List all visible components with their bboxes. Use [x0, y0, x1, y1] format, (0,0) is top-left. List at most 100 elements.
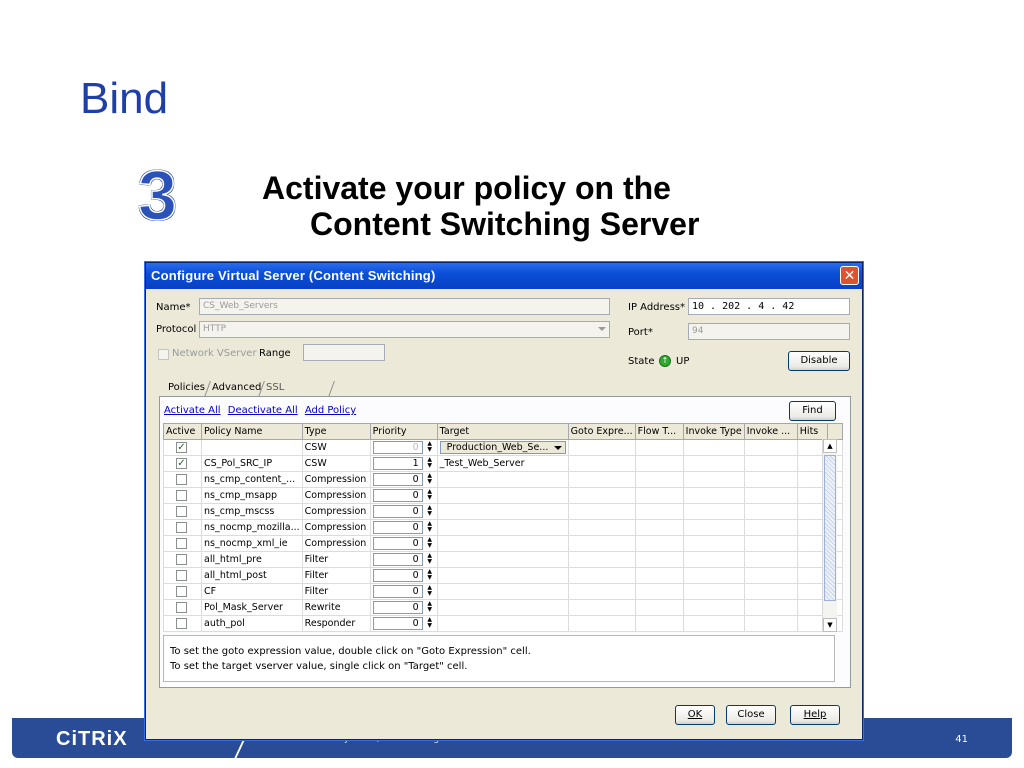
target-select[interactable]: Production_Web_Se...: [439, 441, 566, 454]
goto-expression-cell[interactable]: [567, 567, 636, 584]
priority-value[interactable]: 0: [372, 569, 423, 582]
priority-stepper[interactable]: 0 ▲ ▼: [372, 553, 435, 566]
invoke-cell[interactable]: [743, 599, 798, 616]
flow-type-cell[interactable]: [634, 599, 684, 616]
close-button[interactable]: Close: [726, 705, 776, 725]
column-header-flow-type[interactable]: Flow T...: [634, 423, 684, 440]
invoke-type-cell[interactable]: [682, 551, 745, 568]
ip-address-field[interactable]: 10 . 202 . 4 . 42: [688, 298, 850, 315]
column-header-goto-expression[interactable]: Goto Expre...: [567, 423, 636, 440]
activate-all-link[interactable]: Activate All: [164, 405, 221, 416]
priority-stepper[interactable]: 0 ▲ ▼: [372, 537, 435, 550]
invoke-type-cell[interactable]: [682, 615, 745, 632]
spinner-icon[interactable]: ▲ ▼: [425, 569, 435, 582]
spinner-icon[interactable]: ▲ ▼: [425, 537, 435, 550]
target-cell[interactable]: [436, 583, 569, 600]
target-cell[interactable]: [436, 535, 569, 552]
flow-type-cell[interactable]: [634, 615, 684, 632]
column-header-hits[interactable]: Hits: [796, 423, 828, 440]
help-button[interactable]: Help: [790, 705, 840, 725]
flow-type-cell[interactable]: [634, 535, 684, 552]
target-cell[interactable]: [436, 471, 569, 488]
invoke-cell[interactable]: [743, 519, 798, 536]
active-checkbox[interactable]: [176, 586, 187, 597]
invoke-cell[interactable]: [743, 615, 798, 632]
table-row[interactable]: ✓ CS_Pol_SRC_IP CSW 1 ▲ ▼ _Test_Web_Server: [163, 455, 843, 472]
table-row[interactable]: ✓ CSW 0 ▲ ▼ Production_Web_Se...: [163, 439, 843, 456]
flow-type-cell[interactable]: [634, 439, 684, 456]
priority-stepper[interactable]: 0 ▲ ▼: [372, 505, 435, 518]
find-button[interactable]: Find: [789, 401, 836, 421]
column-header-invoke-type[interactable]: Invoke Type: [682, 423, 745, 440]
deactivate-all-link[interactable]: Deactivate All: [228, 405, 298, 416]
active-checkbox[interactable]: [176, 522, 187, 533]
table-row[interactable]: ns_cmp_content_... Compression 0 ▲ ▼: [163, 471, 843, 488]
flow-type-cell[interactable]: [634, 487, 684, 504]
spinner-icon[interactable]: ▲ ▼: [425, 585, 435, 598]
goto-expression-cell[interactable]: [567, 535, 636, 552]
invoke-type-cell[interactable]: [682, 583, 745, 600]
table-scrollbar[interactable]: ▲ ▼: [822, 439, 837, 632]
spinner-icon[interactable]: ▲ ▼: [425, 489, 435, 502]
invoke-type-cell[interactable]: [682, 471, 745, 488]
active-checkbox[interactable]: [176, 602, 187, 613]
invoke-cell[interactable]: [743, 551, 798, 568]
active-checkbox[interactable]: [176, 538, 187, 549]
active-checkbox[interactable]: [176, 506, 187, 517]
table-row[interactable]: Pol_Mask_Server Rewrite 0 ▲ ▼: [163, 599, 843, 616]
priority-stepper[interactable]: 0 ▲ ▼: [372, 601, 435, 614]
invoke-cell[interactable]: [743, 455, 798, 472]
add-policy-link[interactable]: Add Policy: [305, 405, 356, 416]
priority-value[interactable]: 0: [372, 441, 423, 454]
priority-value[interactable]: 0: [372, 617, 423, 630]
invoke-cell[interactable]: [743, 487, 798, 504]
priority-stepper[interactable]: 0 ▲ ▼: [372, 489, 435, 502]
goto-expression-cell[interactable]: [567, 599, 636, 616]
goto-expression-cell[interactable]: [567, 551, 636, 568]
spinner-icon[interactable]: ▲ ▼: [425, 505, 435, 518]
table-row[interactable]: CF Filter 0 ▲ ▼: [163, 583, 843, 600]
target-cell[interactable]: _Test_Web_Server: [436, 455, 569, 472]
target-cell[interactable]: [436, 615, 569, 632]
disable-button[interactable]: Disable: [788, 351, 850, 371]
goto-expression-cell[interactable]: [567, 519, 636, 536]
spinner-icon[interactable]: ▲ ▼: [425, 457, 435, 470]
network-vserver-checkbox[interactable]: [158, 349, 169, 360]
goto-expression-cell[interactable]: [567, 487, 636, 504]
table-row[interactable]: all_html_pre Filter 0 ▲ ▼: [163, 551, 843, 568]
table-row[interactable]: ns_nocmp_mozilla... Compression 0 ▲ ▼: [163, 519, 843, 536]
column-header-invoke[interactable]: Invoke ...: [743, 423, 798, 440]
goto-expression-cell[interactable]: [567, 615, 636, 632]
goto-expression-cell[interactable]: [567, 471, 636, 488]
priority-value[interactable]: 1: [372, 457, 423, 470]
invoke-cell[interactable]: [743, 567, 798, 584]
invoke-type-cell[interactable]: [682, 439, 745, 456]
invoke-cell[interactable]: [743, 439, 798, 456]
range-field[interactable]: [303, 344, 385, 361]
spinner-icon[interactable]: ▲ ▼: [425, 521, 435, 534]
spinner-icon[interactable]: ▲ ▼: [425, 441, 435, 454]
tab-policies[interactable]: Policies: [164, 379, 209, 397]
tab-advanced[interactable]: Advanced: [208, 379, 265, 397]
goto-expression-cell[interactable]: [567, 583, 636, 600]
priority-stepper[interactable]: 0 ▲ ▼: [372, 585, 435, 598]
active-checkbox[interactable]: [176, 570, 187, 581]
flow-type-cell[interactable]: [634, 567, 684, 584]
table-row[interactable]: ns_cmp_mscss Compression 0 ▲ ▼: [163, 503, 843, 520]
priority-value[interactable]: 0: [372, 537, 423, 550]
target-cell[interactable]: [436, 551, 569, 568]
flow-type-cell[interactable]: [634, 503, 684, 520]
invoke-type-cell[interactable]: [682, 503, 745, 520]
invoke-type-cell[interactable]: [682, 519, 745, 536]
priority-stepper[interactable]: 0 ▲ ▼: [372, 441, 435, 454]
flow-type-cell[interactable]: [634, 471, 684, 488]
spinner-icon[interactable]: ▲ ▼: [425, 601, 435, 614]
column-header-priority[interactable]: Priority: [369, 423, 438, 440]
invoke-cell[interactable]: [743, 503, 798, 520]
spinner-icon[interactable]: ▲ ▼: [425, 617, 435, 630]
flow-type-cell[interactable]: [634, 583, 684, 600]
protocol-select[interactable]: HTTP: [199, 321, 610, 338]
active-checkbox[interactable]: ✓: [176, 458, 187, 469]
invoke-cell[interactable]: [743, 583, 798, 600]
priority-value[interactable]: 0: [372, 553, 423, 566]
